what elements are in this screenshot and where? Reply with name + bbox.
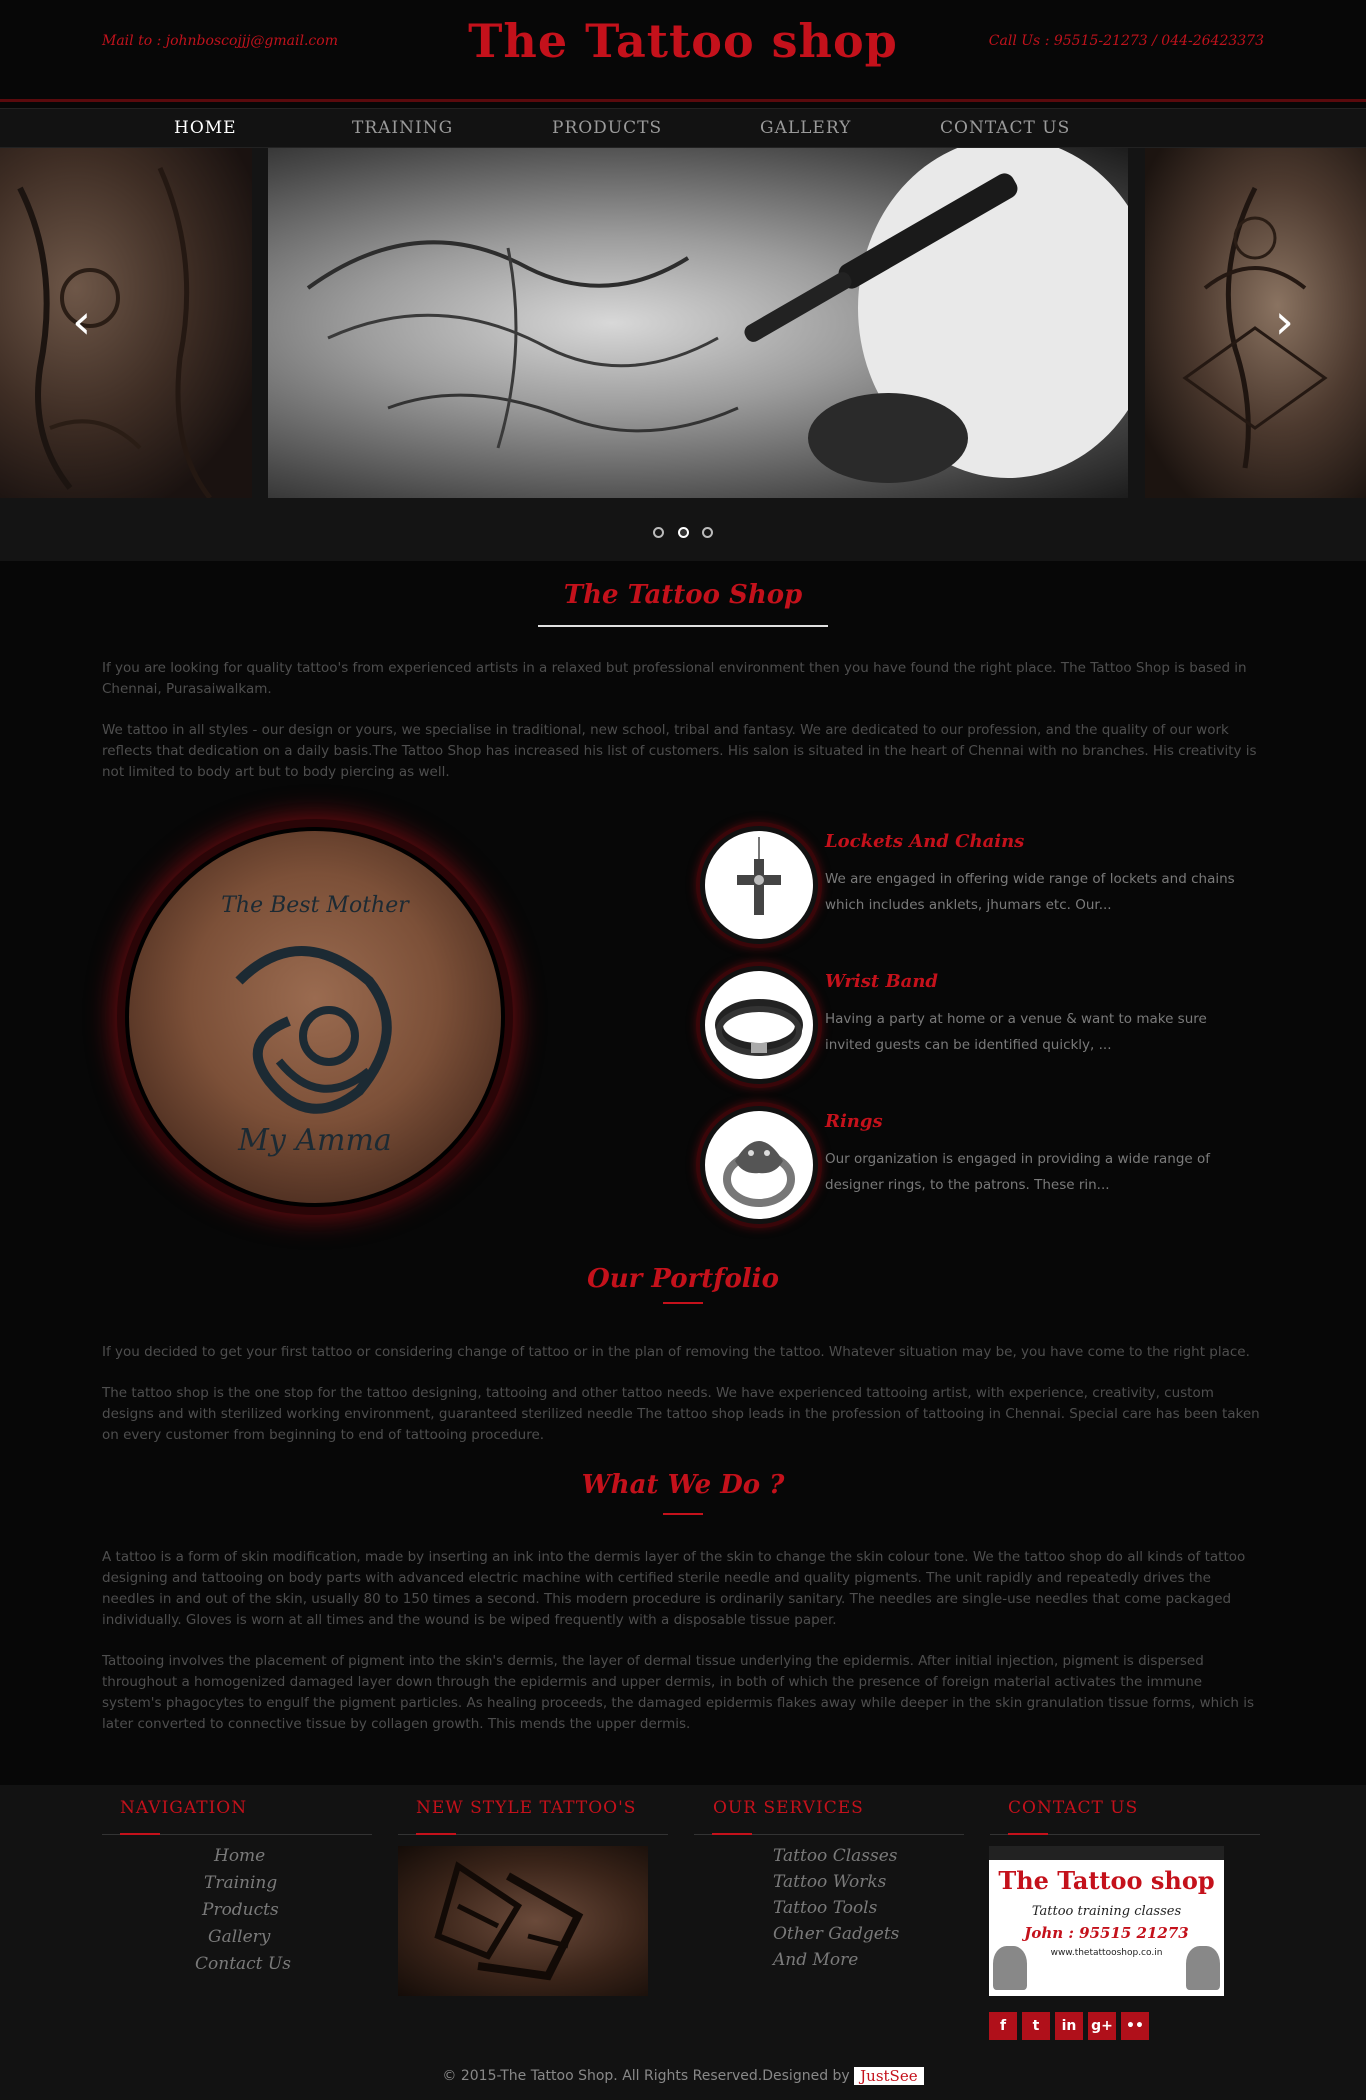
linkedin-icon[interactable]: in [1055, 2012, 1083, 2040]
main-nav: HOME TRAINING PRODUCTS GALLERY CONTACT U… [0, 108, 1366, 148]
slide-image-left[interactable] [0, 148, 252, 498]
whatwedo-paragraph-1: A tattoo is a form of skin modification,… [102, 1549, 1246, 1628]
card-logo: The Tattoo shop [998, 1866, 1215, 1895]
footer-divider-accent [416, 1833, 456, 1835]
nav-item-contact[interactable]: CONTACT US [940, 118, 1070, 138]
site-footer: NAVIGATION NEW STYLE TATTOO'S OUR SERVIC… [0, 1785, 1366, 2100]
twitter-icon[interactable]: t [1022, 2012, 1050, 2040]
feature-description: Having a party at home or a venue & want… [825, 1011, 1207, 1053]
feature-lockets: Lockets And Chains We are engaged in off… [700, 826, 1260, 952]
card-subtitle: Tattoo training classes [1031, 1904, 1182, 1919]
whatwedo-title: What We Do ? [581, 1470, 785, 1500]
site-header: Mail to : johnboscojjj@gmail.com The Tat… [0, 0, 1366, 102]
slider-dot-3[interactable] [701, 527, 713, 538]
whatwedo-paragraph-2: Tattooing involves the placement of pigm… [102, 1653, 1255, 1732]
footer-link-contact[interactable]: Contact Us [195, 1954, 291, 1974]
tattoo-text-top: The Best Mother [221, 893, 409, 918]
footer-link-gallery[interactable]: Gallery [208, 1927, 270, 1947]
featured-tattoo-image[interactable]: The Best Mother My Amma [125, 827, 505, 1207]
slide-image-right[interactable] [1145, 148, 1366, 498]
feature-title[interactable]: Wrist Band [825, 971, 938, 992]
tattoo-text-bottom: My Amma [238, 1123, 392, 1158]
copyright-bar: © 2015-The Tattoo Shop. All Rights Reser… [0, 2067, 1366, 2085]
portfolio-paragraph-2: The tattoo shop is the one stop for the … [102, 1385, 1260, 1443]
portfolio-title-underline [663, 1302, 703, 1304]
google-plus-icon[interactable]: g+ [1088, 2012, 1116, 2040]
footer-new-style-title: NEW STYLE TATTOO'S [416, 1798, 637, 1818]
nav-item-gallery[interactable]: GALLERY [760, 118, 851, 138]
chevron-left-icon: ‹ [72, 294, 92, 350]
slider-dot-2[interactable] [677, 527, 689, 538]
nav-item-training[interactable]: TRAINING [352, 118, 453, 138]
slider-next-button[interactable]: › [1275, 298, 1294, 346]
footer-service-gadgets[interactable]: Other Gadgets [773, 1924, 899, 1944]
flickr-icon[interactable]: •• [1121, 2012, 1149, 2040]
feature-description: We are engaged in offering wide range of… [825, 871, 1235, 913]
footer-contact-title: CONTACT US [1008, 1798, 1139, 1818]
slider-prev-button[interactable]: ‹ [72, 298, 91, 346]
intro-paragraph-2: We tattoo in all styles - our design or … [102, 722, 1257, 780]
footer-navigation-title: NAVIGATION [120, 1798, 248, 1818]
intro-title-underline [538, 625, 828, 627]
footer-services-title: OUR SERVICES [713, 1798, 864, 1818]
intro-title: The Tattoo Shop [563, 580, 803, 610]
new-style-tattoo-image[interactable] [398, 1846, 648, 1996]
card-decoration [989, 1846, 1224, 1860]
footer-link-training[interactable]: Training [204, 1873, 277, 1893]
slider-dots [0, 523, 1366, 542]
nav-item-home[interactable]: HOME [174, 118, 237, 138]
footer-link-products[interactable]: Products [202, 1900, 279, 1920]
nav-item-products[interactable]: PRODUCTS [552, 118, 662, 138]
copyright-text: © 2015-The Tattoo Shop. All Rights Reser… [442, 2068, 850, 2084]
wrist-band-icon[interactable] [700, 966, 818, 1084]
tiger-right-icon [1186, 1946, 1220, 1990]
card-phone: John : 95515 21273 [1024, 1924, 1189, 1942]
phone-link[interactable]: Call Us : 95515-21273 / 044-26423373 [989, 33, 1264, 49]
feature-wrist-band: Wrist Band Having a party at home or a v… [700, 966, 1260, 1092]
portfolio-title: Our Portfolio [587, 1264, 779, 1294]
footer-service-tools[interactable]: Tattoo Tools [773, 1898, 877, 1918]
footer-divider-accent [1008, 1833, 1048, 1835]
feature-title[interactable]: Rings [825, 1111, 883, 1132]
whatwedo-title-underline [663, 1513, 703, 1515]
footer-service-more[interactable]: And More [773, 1950, 858, 1970]
footer-divider-accent [712, 1833, 752, 1835]
chevron-right-icon: › [1274, 294, 1294, 350]
designer-logo[interactable]: JustSee [854, 2067, 924, 2085]
contact-card-image[interactable]: The Tattoo shop Tattoo training classes … [989, 1846, 1224, 1996]
footer-service-classes[interactable]: Tattoo Classes [773, 1846, 898, 1866]
slider-dot-1[interactable] [653, 527, 665, 538]
footer-divider-accent [120, 1833, 160, 1835]
intro-paragraph-1: If you are looking for quality tattoo's … [102, 660, 1247, 697]
image-slider: ‹ › [0, 148, 1366, 561]
feature-rings: Rings Our organization is engaged in pro… [700, 1106, 1260, 1232]
feature-title[interactable]: Lockets And Chains [825, 831, 1024, 852]
slide-image-main[interactable] [268, 148, 1128, 498]
feature-description: Our organization is engaged in providing… [825, 1151, 1211, 1193]
cross-locket-icon[interactable] [700, 826, 818, 944]
tiger-left-icon [993, 1946, 1027, 1990]
footer-link-home[interactable]: Home [214, 1846, 265, 1866]
facebook-icon[interactable]: f [989, 2012, 1017, 2040]
footer-service-works[interactable]: Tattoo Works [773, 1872, 886, 1892]
portfolio-paragraph-1: If you decided to get your first tattoo … [102, 1344, 1250, 1360]
ring-icon[interactable] [700, 1106, 818, 1224]
